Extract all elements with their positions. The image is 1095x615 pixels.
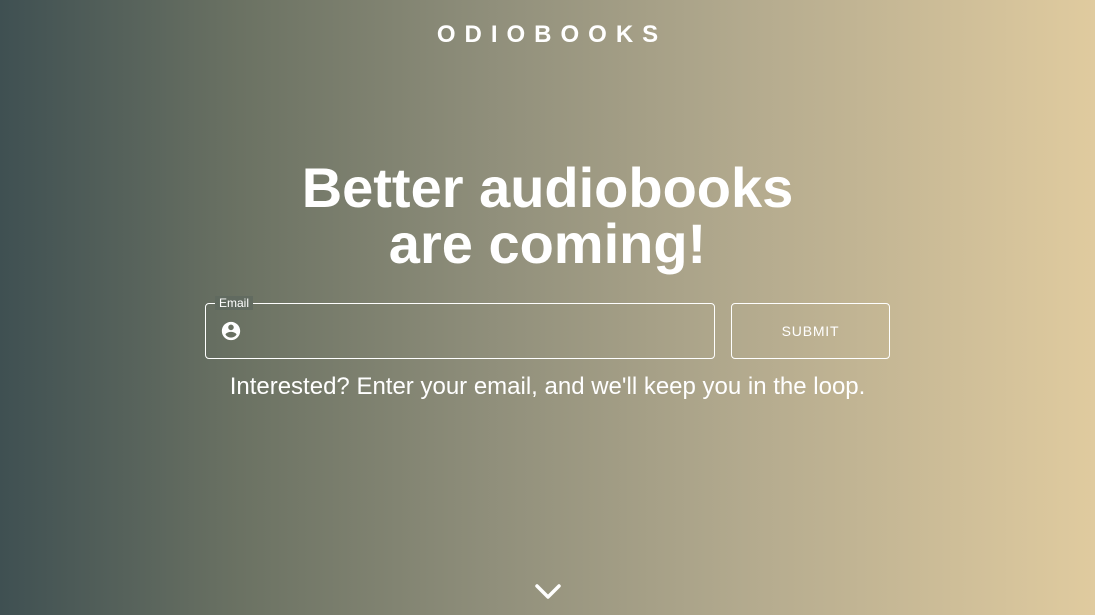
email-field[interactable]: Email [205,296,715,359]
account-circle-icon [220,320,242,342]
signup-helper-text: Interested? Enter your email, and we'll … [229,373,866,400]
email-field-label: Email [215,296,254,310]
headline-line-1: Better audiobooks [301,156,794,219]
headline-line-2: are coming! [388,212,707,275]
page-headline: Better audiobooks are coming! [0,160,1095,272]
email-input[interactable] [252,304,702,358]
chevron-down-icon[interactable] [533,578,563,608]
brand-logo-text: ODIOBOOKS [436,21,668,48]
submit-button[interactable]: SUBMIT [731,303,890,359]
